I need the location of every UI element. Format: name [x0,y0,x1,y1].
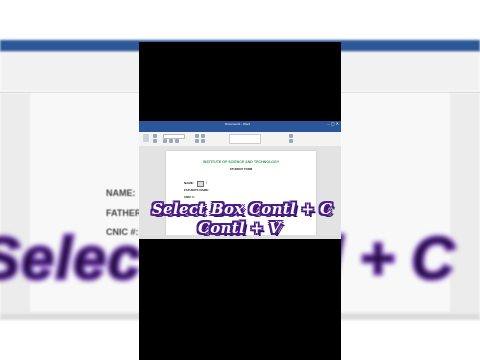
ribbon [139,132,341,147]
institute-heading: INSTITUTE OF SCIENCE AND TECHNOLOGY [202,160,280,164]
form-heading: STUDENT FORM [229,167,253,171]
name-label: NAME: [184,181,194,185]
cut-icon[interactable] [153,134,157,138]
caption-line-1: Select Box Contl + C [152,200,333,218]
bold-icon[interactable] [163,139,167,143]
replace-icon[interactable] [289,139,293,143]
caption-line-2: Contl + V [198,219,281,237]
cnic-label: CNIC #: [184,195,195,199]
selected-text-box[interactable] [197,181,204,187]
align-left-icon[interactable] [195,139,199,143]
align-center-icon[interactable] [201,139,205,143]
father-name-label: FATHER'S NAME: [184,188,210,192]
text-cursor-icon: I [206,180,208,185]
styles-gallery[interactable] [229,134,261,144]
paste-icon[interactable] [143,134,149,142]
right-letterbox [341,0,480,360]
bottom-letterbox [139,318,341,360]
copy-icon[interactable] [153,139,157,143]
underline-icon[interactable] [175,139,179,143]
bullets-icon[interactable] [195,134,199,138]
numbering-icon[interactable] [201,134,205,138]
italic-icon[interactable] [169,139,173,143]
left-letterbox [0,0,139,360]
find-icon[interactable] [289,134,293,138]
